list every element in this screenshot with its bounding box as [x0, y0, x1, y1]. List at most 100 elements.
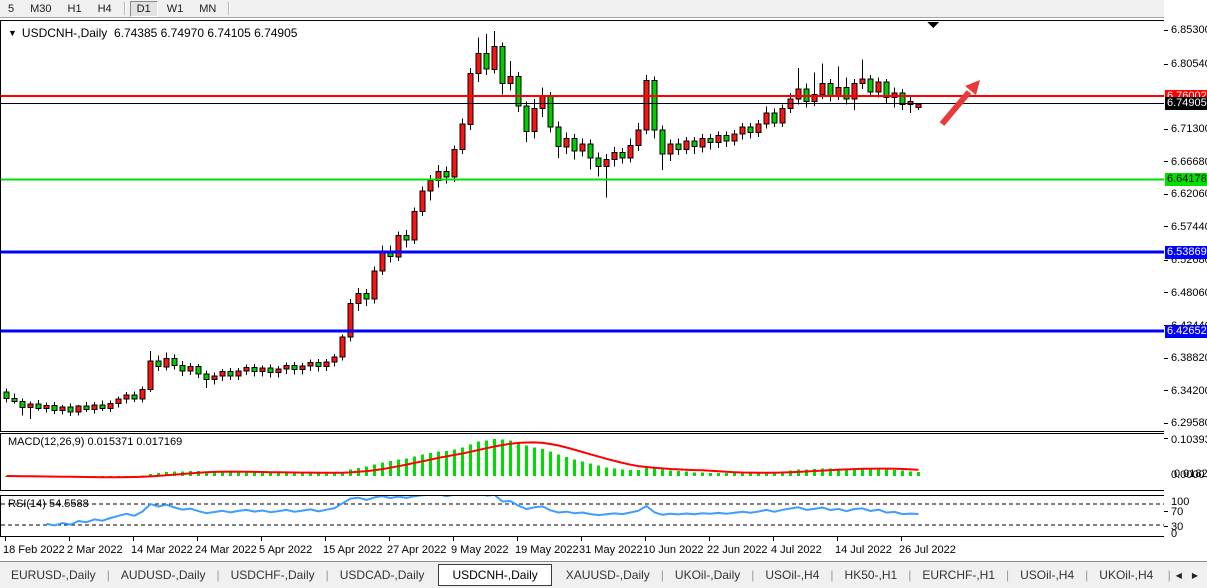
timeframe-button-m30[interactable]: M30 — [23, 1, 58, 17]
candle-body — [84, 406, 89, 410]
price-chart-pane[interactable]: ▼USDCNH-,Daily 6.74385 6.74970 6.74105 6… — [0, 20, 1165, 432]
date-axis-tick — [517, 537, 518, 541]
date-axis-tick — [5, 537, 6, 541]
rsi-line — [47, 496, 919, 525]
candle-body — [372, 271, 377, 299]
date-axis-tick — [261, 537, 262, 541]
tab-hk50-h1[interactable]: HK50-,H1 — [834, 565, 909, 585]
date-label: 10 Jun 2022 — [643, 544, 704, 556]
tab-eurchf-h1[interactable]: EURCHF-,H1 — [911, 565, 1006, 585]
candle-body — [300, 366, 305, 370]
price-axis-tick — [1164, 161, 1168, 162]
candle-body — [700, 138, 705, 147]
date-axis-tick — [837, 537, 838, 541]
tab-ukoil-daily[interactable]: UKOil-,Daily — [664, 565, 751, 585]
candle-body — [628, 145, 633, 158]
price-axis-tick — [1164, 358, 1168, 359]
macd-histogram-bar — [541, 449, 544, 476]
macd-histogram-bar — [461, 448, 464, 476]
candle-body — [76, 406, 81, 412]
symbol-tab-bar: EURUSD-,Daily|AUDUSD-,Daily|USDCHF-,Dail… — [0, 561, 1207, 588]
macd-histogram-bar — [229, 472, 232, 476]
candle-body — [516, 76, 521, 106]
macd-histogram-bar — [525, 446, 528, 476]
macd-indicator-pane[interactable]: MACD(12,26,9) 0.015371 0.017169 — [0, 433, 1165, 491]
tab-eurusd-daily[interactable]: EURUSD-,Daily — [0, 565, 107, 585]
tab-ukoil-h4[interactable]: UKOil-,H4 — [1088, 565, 1164, 585]
tab-scroll-controls: |◀▶ — [1168, 568, 1207, 582]
candle-body — [796, 89, 801, 99]
macd-histogram-bar — [637, 470, 640, 476]
macd-histogram-bar — [653, 468, 656, 476]
rsi-indicator-pane[interactable]: RSI(14) 54.5588 — [0, 495, 1165, 537]
price-axis-label: 6.48060 — [1171, 287, 1207, 299]
candle-body — [836, 88, 841, 97]
macd-histogram-bar — [725, 473, 728, 476]
candle-body — [644, 81, 649, 130]
candle-body — [764, 113, 769, 124]
candle-body — [124, 395, 129, 399]
candle-body — [324, 362, 329, 367]
timeframe-button-mn[interactable]: MN — [192, 1, 223, 17]
symbol-dropdown-icon[interactable]: ▼ — [8, 28, 17, 38]
candle-body — [724, 136, 729, 142]
macd-histogram-bar — [533, 448, 536, 476]
rsi-canvas[interactable] — [1, 496, 1164, 536]
tab-usoil-h4[interactable]: USOil-,H4 — [1009, 565, 1085, 585]
timeframe-button-w1[interactable]: W1 — [160, 1, 191, 17]
date-axis-tick — [389, 537, 390, 541]
candle-body — [652, 81, 657, 130]
macd-histogram-bar — [669, 470, 672, 476]
candle-body — [92, 405, 97, 410]
timeframe-button-d1[interactable]: D1 — [130, 1, 158, 17]
price-axis-label: 6.62060 — [1171, 188, 1207, 200]
candle-body — [468, 74, 473, 125]
price-axis-tick — [1164, 226, 1168, 227]
candle-body — [364, 293, 369, 299]
tab-usoil-h4[interactable]: USOil-,H4 — [754, 565, 830, 585]
tab-scroll-right-icon[interactable]: ▶ — [1187, 571, 1203, 580]
candle-body — [44, 406, 49, 409]
candle-body — [268, 368, 273, 372]
price-axis[interactable]: 6.853006.805406.713006.666806.620606.574… — [1164, 0, 1207, 560]
candle-body — [108, 403, 113, 408]
candle-body — [452, 150, 457, 178]
candle-body — [60, 407, 65, 411]
candle-body — [260, 368, 265, 372]
date-label: 9 May 2022 — [451, 544, 508, 556]
date-axis-tick — [69, 537, 70, 541]
chart-shift-marker-icon[interactable] — [927, 22, 939, 28]
candle-body — [236, 371, 241, 376]
macd-histogram-bar — [733, 473, 736, 476]
macd-histogram-bar — [909, 471, 912, 476]
timeframe-button-h4[interactable]: H4 — [91, 1, 119, 17]
candle-body — [668, 144, 673, 154]
candle-body — [68, 407, 73, 412]
macd-label: MACD(12,26,9) 0.015371 0.017169 — [8, 436, 182, 448]
macd-histogram-bar — [573, 459, 576, 476]
candle-body — [548, 96, 553, 127]
timeframe-button-5[interactable]: 5 — [1, 1, 21, 17]
tab-xauusd-daily[interactable]: XAUUSD-,Daily — [555, 565, 661, 585]
tab-usdchf-daily[interactable]: USDCHF-,Daily — [220, 565, 326, 585]
tab-usdcnh-daily[interactable]: USDCNH-,Daily — [438, 564, 551, 586]
tab-audusd-daily[interactable]: AUDUSD-,Daily — [110, 565, 217, 585]
date-axis[interactable]: 18 Feb 20222 Mar 202214 Mar 202224 Mar 2… — [0, 537, 1164, 561]
price-chart-canvas[interactable] — [1, 21, 1164, 431]
macd-histogram-bar — [709, 473, 712, 476]
price-axis-label: 6.29580 — [1171, 417, 1207, 429]
macd-histogram-bar — [437, 451, 440, 476]
candle-body — [500, 47, 505, 84]
tab-usdcad-daily[interactable]: USDCAD-,Daily — [329, 565, 436, 585]
price-axis-tick — [1164, 292, 1168, 293]
candle-body — [620, 152, 625, 158]
candle-body — [732, 134, 737, 141]
tab-scroll-left-icon[interactable]: ◀ — [1171, 571, 1187, 580]
date-axis-tick — [645, 537, 646, 541]
timeframe-button-h1[interactable]: H1 — [61, 1, 89, 17]
candle-body — [900, 93, 905, 104]
date-axis-tick — [581, 537, 582, 541]
macd-histogram-bar — [917, 472, 920, 476]
trend-arrow-icon[interactable] — [942, 80, 980, 124]
candle-body — [820, 83, 825, 94]
